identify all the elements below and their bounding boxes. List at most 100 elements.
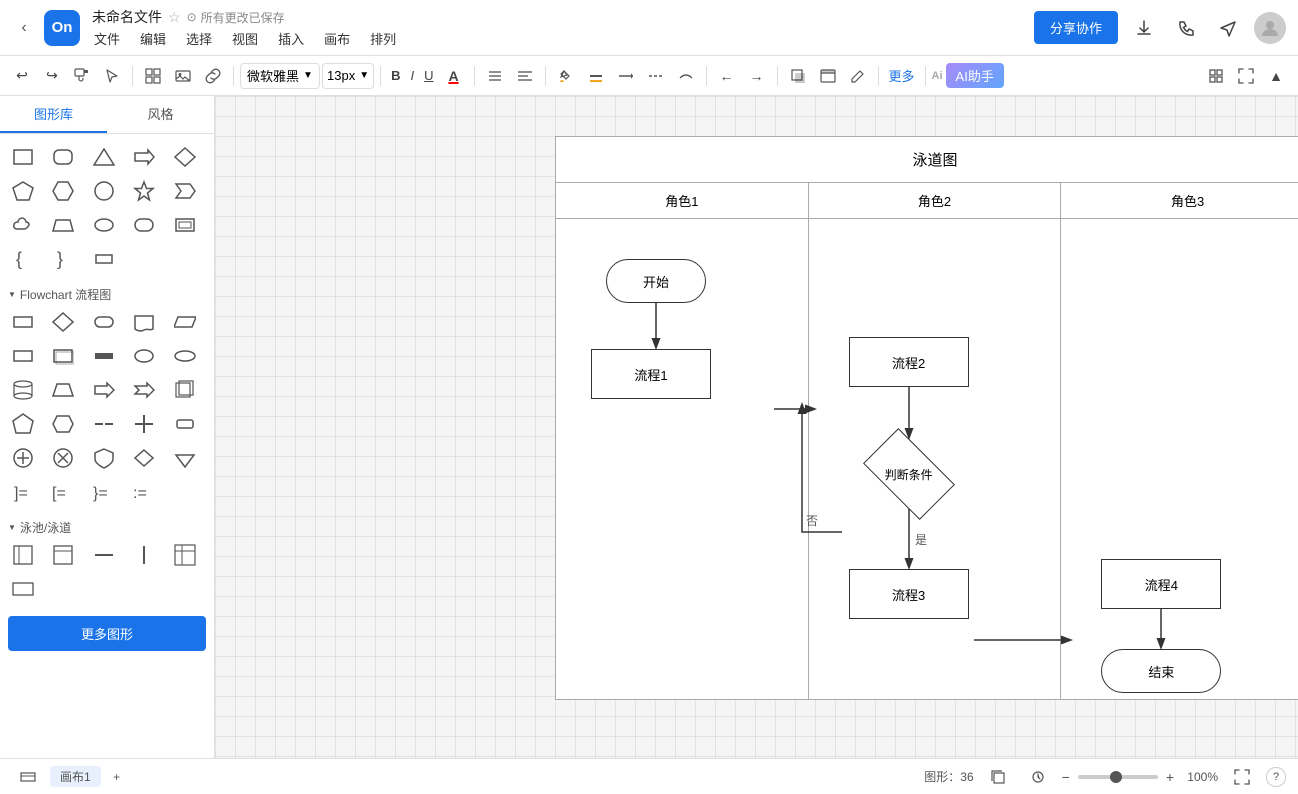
fc-plus-circle[interactable]	[8, 443, 38, 473]
fc-arrow-shape[interactable]	[89, 375, 119, 405]
list-button[interactable]	[481, 62, 509, 90]
swim-vertical[interactable]	[48, 540, 78, 570]
swim-horizontal[interactable]	[8, 540, 38, 570]
fc-cross[interactable]	[129, 409, 159, 439]
fc-bracket3[interactable]: }=	[89, 477, 119, 507]
fc-bar[interactable]	[89, 341, 119, 371]
shape-arrow-right[interactable]	[129, 142, 159, 172]
canvas-tab-1[interactable]: 画布1	[50, 766, 101, 787]
tab-style[interactable]: 风格	[107, 96, 214, 133]
diagram-title[interactable]: 泳道图	[556, 137, 1298, 183]
shape-star[interactable]	[129, 176, 159, 206]
underline-button[interactable]: U	[420, 63, 437, 89]
fc-hexagon[interactable]	[48, 409, 78, 439]
shape-rounded-rect[interactable]	[48, 142, 78, 172]
fc-para[interactable]	[170, 307, 200, 337]
file-title[interactable]: 未命名文件	[92, 7, 162, 27]
fc-multi-doc[interactable]	[170, 375, 200, 405]
shape-pentagon[interactable]	[8, 176, 38, 206]
font-name-selector[interactable]: 微软雅黑 ▼	[240, 63, 320, 89]
layer-icon[interactable]	[12, 761, 44, 793]
shape-brace[interactable]: {	[8, 244, 38, 274]
align-button[interactable]	[511, 62, 539, 90]
process1-shape[interactable]: 流程1	[591, 349, 711, 399]
fc-rect3[interactable]	[170, 409, 200, 439]
back-button[interactable]: ‹	[12, 16, 36, 40]
shape-rect2[interactable]	[89, 244, 119, 274]
shape-triangle[interactable]	[89, 142, 119, 172]
line-color-button[interactable]	[582, 62, 610, 90]
shape-cloud[interactable]	[8, 210, 38, 240]
fc-rect2[interactable]	[8, 341, 38, 371]
help-button[interactable]: ?	[1266, 767, 1286, 787]
menu-file[interactable]: 文件	[92, 29, 122, 48]
flowchart-section-header[interactable]: Flowchart 流程图	[8, 282, 206, 307]
share-button[interactable]: 分享协作	[1034, 11, 1118, 44]
fc-bracket1[interactable]: ]=	[8, 477, 38, 507]
arrow-left-button[interactable]: ←	[713, 62, 741, 90]
shape-trapezoid[interactable]	[48, 210, 78, 240]
menu-insert[interactable]: 插入	[276, 29, 306, 48]
bold-button[interactable]: B	[387, 63, 404, 89]
swim-line-v[interactable]	[129, 540, 159, 570]
swim-grid[interactable]	[170, 540, 200, 570]
fc-doc[interactable]	[129, 307, 159, 337]
waypoint-button[interactable]	[672, 62, 700, 90]
swimlane-section-header[interactable]: 泳池/泳道	[8, 515, 206, 540]
image-button[interactable]	[169, 62, 197, 90]
fc-bracket4[interactable]: :=	[129, 477, 159, 507]
shape-diamond[interactable]	[170, 142, 200, 172]
shape-oval[interactable]	[89, 210, 119, 240]
shape-rect-outline[interactable]	[170, 210, 200, 240]
zoom-slider[interactable]	[1078, 775, 1158, 779]
fc-rect[interactable]	[8, 307, 38, 337]
shadow-button[interactable]	[784, 62, 812, 90]
expand-button[interactable]	[1232, 62, 1260, 90]
fc-pentagon[interactable]	[8, 409, 38, 439]
fc-double-rect[interactable]	[48, 341, 78, 371]
avatar[interactable]	[1254, 12, 1286, 44]
format-paint-button[interactable]	[68, 62, 96, 90]
phone-button[interactable]	[1170, 12, 1202, 44]
start-shape[interactable]: 开始	[606, 259, 706, 303]
zoom-fit-button[interactable]	[1202, 62, 1230, 90]
send-button[interactable]	[1212, 12, 1244, 44]
fill-color-button[interactable]	[552, 62, 580, 90]
process3-shape[interactable]: 流程3	[849, 569, 969, 619]
fc-down-arrow[interactable]	[170, 443, 200, 473]
process4-shape[interactable]: 流程4	[1101, 559, 1221, 609]
menu-canvas[interactable]: 画布	[322, 29, 352, 48]
font-color-button[interactable]: A	[440, 62, 468, 90]
fc-rounded2[interactable]	[170, 341, 200, 371]
fc-diamond2[interactable]	[129, 443, 159, 473]
menu-edit[interactable]: 编辑	[138, 29, 168, 48]
fc-bracket2[interactable]: [=	[48, 477, 78, 507]
history-button[interactable]	[1022, 761, 1054, 793]
fc-shield[interactable]	[89, 443, 119, 473]
process2-shape[interactable]: 流程2	[849, 337, 969, 387]
pointer-button[interactable]	[98, 62, 126, 90]
fc-dash[interactable]	[89, 409, 119, 439]
fc-arrow2[interactable]	[129, 375, 159, 405]
add-canvas-button[interactable]: +	[107, 767, 127, 787]
shape-circle[interactable]	[89, 176, 119, 206]
menu-select[interactable]: 选择	[184, 29, 214, 48]
star-icon[interactable]: ☆	[168, 9, 181, 26]
shape-hexagon[interactable]	[48, 176, 78, 206]
fc-cylinder[interactable]	[8, 375, 38, 405]
ai-button[interactable]: AI助手	[946, 63, 1004, 88]
copy-button[interactable]	[982, 761, 1014, 793]
shape-rectangle[interactable]	[8, 142, 38, 172]
zoom-in-button[interactable]: +	[1166, 769, 1174, 785]
link-button[interactable]	[199, 62, 227, 90]
grid-button[interactable]	[139, 62, 167, 90]
tab-shapes[interactable]: 图形库	[0, 96, 107, 133]
fc-x-circle[interactable]	[48, 443, 78, 473]
decision-shape[interactable]: 判断条件	[839, 439, 979, 509]
more-button[interactable]: 更多	[885, 66, 919, 85]
line-style-button[interactable]	[612, 62, 640, 90]
undo-button[interactable]: ↩	[8, 62, 36, 90]
canvas-area[interactable]: 泳道图 角色1 角色2 角色3 开始	[215, 96, 1298, 758]
fc-oval[interactable]	[129, 341, 159, 371]
fullscreen-button[interactable]	[1226, 761, 1258, 793]
